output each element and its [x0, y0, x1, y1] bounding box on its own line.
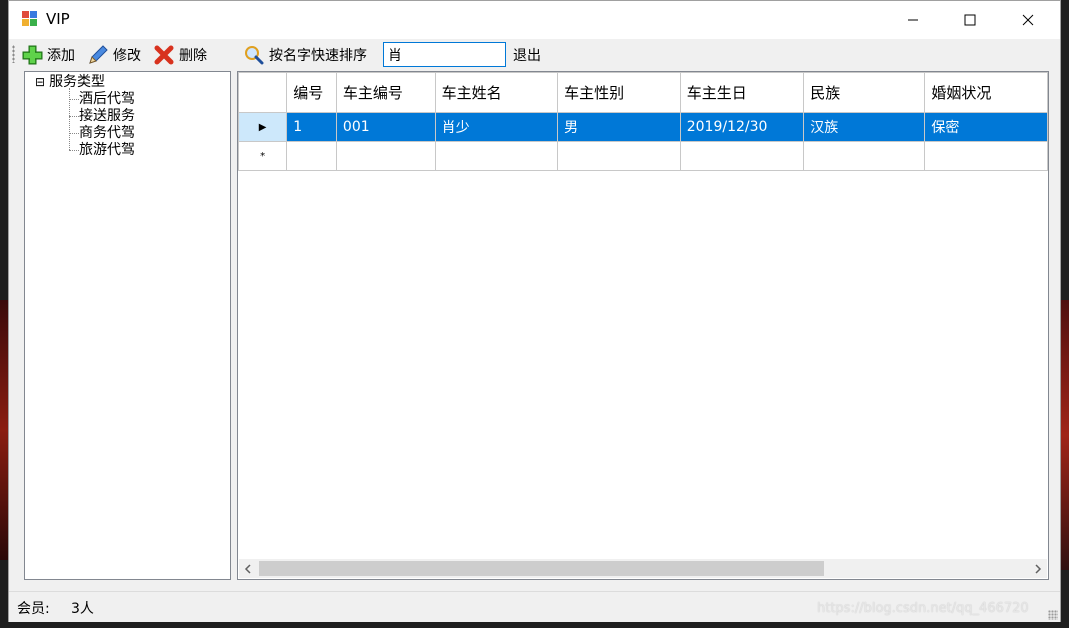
edit-label: 修改 — [113, 48, 141, 64]
member-table: 编号 车主编号 车主姓名 车主性别 车主生日 民族 婚姻状况 ▶ 1 001 肖… — [238, 72, 1048, 171]
table-cell[interactable] — [803, 141, 926, 171]
tree-item-drunk-driving[interactable]: 酒后代驾 — [79, 91, 135, 107]
delete-x-icon — [153, 44, 175, 66]
tree-root-label: 服务类型 — [49, 74, 106, 90]
pencil-icon — [87, 44, 109, 66]
new-row-indicator-icon[interactable]: * — [238, 141, 288, 171]
tree-branch-line — [69, 133, 79, 134]
column-header[interactable]: 车主性别 — [557, 72, 681, 113]
minimize-icon — [908, 19, 918, 21]
delete-button[interactable]: 删除 — [153, 43, 207, 67]
maximize-button[interactable] — [947, 1, 993, 39]
minimize-button[interactable] — [890, 1, 936, 39]
title-bar: VIP — [9, 1, 1060, 39]
table-cell[interactable] — [679, 141, 805, 171]
close-button[interactable] — [1005, 1, 1051, 39]
table-cell[interactable] — [286, 141, 337, 171]
tree-branch-line — [69, 150, 79, 151]
table-cell[interactable] — [434, 141, 559, 171]
table-cell[interactable]: 2019/12/30 — [679, 112, 805, 142]
member-count-value: 3人 — [71, 601, 94, 617]
sort-by-name-label: 按名字快速排序 — [269, 48, 367, 64]
scroll-left-icon[interactable] — [239, 559, 257, 578]
tree-branch-line — [69, 99, 79, 100]
service-type-tree[interactable]: ⊟ 服务类型 酒后代驾 接送服务 商务代驾 旅游代驾 — [24, 71, 231, 580]
vip-window: VIP 添加 修改 删除 按名字快速排序 肖 退出 ⊟ 服务类型 酒后代驾 接送… — [8, 0, 1061, 622]
scrollbar-thumb[interactable] — [259, 561, 824, 576]
tree-item-travel-driving[interactable]: 旅游代驾 — [79, 142, 135, 158]
column-header[interactable]: 车主生日 — [679, 72, 805, 113]
table-cell[interactable] — [557, 141, 681, 171]
delete-label: 删除 — [179, 48, 207, 64]
edit-button[interactable]: 修改 — [87, 43, 141, 67]
tree-connector — [69, 88, 70, 150]
add-label: 添加 — [47, 48, 75, 64]
watermark: https://blog.csdn.net/qq_466720 — [817, 601, 1029, 616]
table-cell[interactable] — [924, 141, 1048, 171]
maximize-icon — [964, 14, 976, 26]
header-row: 编号 车主编号 车主姓名 车主性别 车主生日 民族 婚姻状况 — [238, 72, 1048, 113]
background-edge-right — [1061, 300, 1069, 570]
exit-button[interactable]: 退出 — [513, 43, 541, 67]
table-row[interactable]: ▶ 1 001 肖少 男 2019/12/30 汉族 保密 — [238, 112, 1048, 142]
tree-branch-line — [69, 116, 79, 117]
exit-label: 退出 — [513, 48, 541, 64]
close-icon — [1022, 14, 1034, 26]
tree-item-business-driving[interactable]: 商务代驾 — [79, 125, 135, 141]
table-cell[interactable]: 肖少 — [434, 112, 559, 142]
column-header[interactable]: 车主编号 — [335, 72, 436, 113]
table-cell[interactable]: 汉族 — [803, 112, 926, 142]
member-grid[interactable]: 编号 车主编号 车主姓名 车主性别 车主生日 民族 婚姻状况 ▶ 1 001 肖… — [237, 71, 1049, 580]
window-title: VIP — [46, 10, 70, 28]
column-header[interactable]: 车主姓名 — [434, 72, 559, 113]
scroll-right-icon[interactable] — [1029, 559, 1047, 578]
tree-item-pickup-service[interactable]: 接送服务 — [79, 108, 135, 124]
table-cell[interactable]: 保密 — [924, 112, 1048, 142]
column-header[interactable]: 婚姻状况 — [924, 72, 1048, 113]
current-row-indicator-icon[interactable]: ▶ — [238, 112, 288, 142]
toolbar-grip[interactable] — [12, 45, 15, 63]
app-icon — [22, 11, 38, 27]
table-cell[interactable] — [335, 141, 436, 171]
column-header[interactable]: 民族 — [803, 72, 926, 113]
toolbar: 添加 修改 删除 按名字快速排序 退出 — [9, 39, 1060, 71]
tree-root[interactable]: ⊟ 服务类型 — [35, 74, 105, 90]
table-cell[interactable]: 男 — [557, 112, 681, 142]
new-row[interactable]: * — [238, 141, 1048, 171]
table-cell[interactable]: 1 — [286, 112, 337, 142]
status-bar: 会员: 3人 https://blog.csdn.net/qq_466720 — [9, 591, 1060, 622]
resize-grip-icon[interactable] — [1048, 610, 1058, 620]
search-input[interactable] — [383, 42, 506, 67]
horizontal-scrollbar[interactable] — [239, 559, 1047, 578]
member-count-label: 会员: — [17, 601, 50, 617]
magnifier-icon — [243, 44, 265, 66]
collapse-toggle-icon[interactable]: ⊟ — [35, 76, 46, 88]
column-header[interactable]: 编号 — [286, 72, 337, 113]
plus-icon — [21, 44, 43, 66]
row-header-corner[interactable] — [238, 72, 288, 113]
sort-by-name-button[interactable]: 按名字快速排序 — [243, 43, 367, 67]
background-edge-left — [0, 300, 8, 560]
table-cell[interactable]: 001 — [335, 112, 436, 142]
add-button[interactable]: 添加 — [21, 43, 75, 67]
